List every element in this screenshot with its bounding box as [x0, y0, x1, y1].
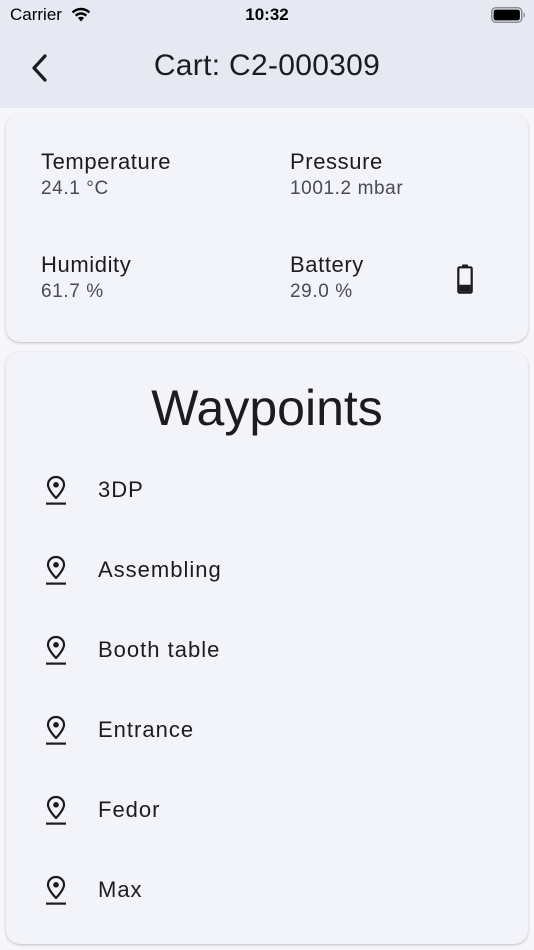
waypoint-item[interactable]: Max: [6, 850, 528, 930]
app-bar: Cart: C2-000309: [0, 30, 534, 108]
page-title: Cart: C2-000309: [153, 49, 381, 82]
waypoint-item[interactable]: Fedor: [6, 770, 528, 850]
location-pin-icon: [46, 635, 66, 665]
location-pin-icon: [46, 875, 66, 905]
waypoint-label: Fedor: [98, 797, 161, 822]
waypoint-label: Entrance: [98, 717, 195, 742]
pressure-label: Pressure: [290, 149, 383, 174]
pressure-reading: Pressure 1001.2 mbar: [290, 148, 403, 202]
sensor-readings-card: Temperature 24.1 °C Pressure 1001.2 mbar…: [6, 114, 528, 342]
humidity-label: Humidity: [41, 252, 132, 277]
battery-label: Battery: [290, 252, 364, 277]
status-bar: Carrier 10:32: [0, 0, 534, 30]
location-pin-icon: [46, 795, 66, 825]
waypoint-label: 3DP: [98, 477, 144, 502]
waypoints-card: Waypoints 3DP Assembling Booth table Ent…: [6, 352, 528, 944]
waypoint-item[interactable]: Assembling: [6, 530, 528, 610]
battery-value: 29.0 %: [290, 281, 353, 302]
location-pin-icon: [46, 555, 66, 585]
temperature-reading: Temperature 24.1 °C: [41, 148, 171, 202]
battery-icon: [457, 264, 473, 294]
waypoint-label: Assembling: [98, 557, 222, 582]
humidity-reading: Humidity 61.7 %: [41, 251, 131, 305]
pressure-value: 1001.2 mbar: [290, 178, 404, 199]
waypoint-item[interactable]: Entrance: [6, 690, 528, 770]
temperature-value: 24.1 °C: [41, 178, 109, 199]
battery-reading: Battery 29.0 %: [290, 251, 364, 305]
cart-detail-screen: Carrier 10:32 Cart: C2-000309 Temperatur…: [0, 0, 534, 950]
waypoint-item[interactable]: 3DP: [6, 450, 528, 530]
status-time: 10:32: [245, 5, 289, 24]
humidity-value: 61.7 %: [41, 281, 104, 302]
waypoints-list: 3DP Assembling Booth table Entrance Fedo…: [6, 450, 528, 930]
battery-status-icon: [491, 7, 525, 23]
waypoint-label: Booth table: [98, 637, 221, 662]
location-pin-icon: [46, 475, 66, 505]
waypoint-label: Max: [98, 877, 143, 902]
temperature-label: Temperature: [41, 149, 172, 174]
location-pin-icon: [46, 715, 66, 745]
waypoints-title: Waypoints: [151, 380, 383, 436]
waypoint-item[interactable]: Booth table: [6, 610, 528, 690]
